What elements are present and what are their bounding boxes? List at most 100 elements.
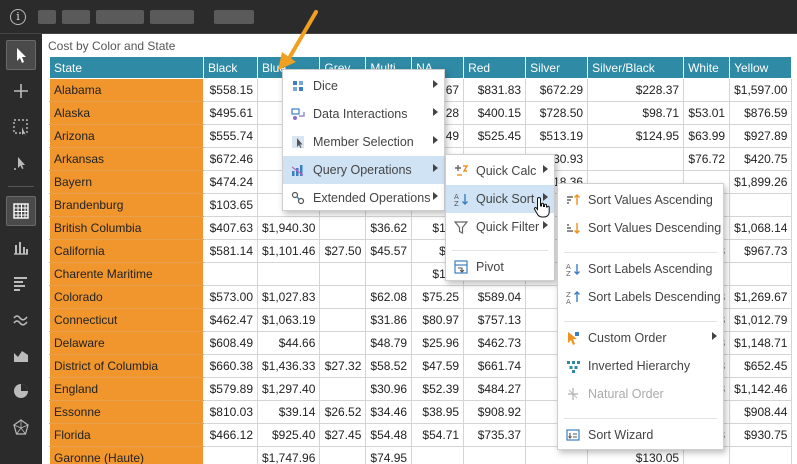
lasso-tool-button[interactable]: [6, 148, 36, 178]
row-header-cell[interactable]: Charente Maritime: [49, 262, 204, 286]
row-header-cell[interactable]: British Columbia: [49, 216, 204, 240]
grid-cell[interactable]: $573.00: [203, 285, 258, 309]
row-header-cell[interactable]: Bayern: [49, 170, 204, 194]
grid-cell[interactable]: [319, 377, 367, 401]
grid-cell[interactable]: [256, 262, 321, 286]
grid-cell[interactable]: $1,012.79: [729, 308, 793, 332]
grid-cell[interactable]: $927.89: [729, 124, 793, 148]
grid-cell[interactable]: $876.59: [729, 101, 793, 125]
grid-cell[interactable]: $484.27: [463, 377, 527, 401]
grid-cell[interactable]: [411, 446, 465, 464]
grid-cell[interactable]: $728.50: [525, 101, 589, 125]
grid-cell[interactable]: [729, 446, 793, 464]
grid-cell[interactable]: [683, 78, 731, 102]
grid-cell[interactable]: $63.99: [683, 124, 731, 148]
line-chart-button[interactable]: [6, 304, 36, 334]
column-header[interactable]: Silver/Black: [587, 56, 685, 79]
grid-cell[interactable]: [365, 262, 413, 286]
grid-cell[interactable]: $555.74: [203, 124, 258, 148]
grid-cell[interactable]: [319, 285, 367, 309]
radar-chart-button[interactable]: [6, 412, 36, 442]
grid-cell[interactable]: $513.19: [525, 124, 589, 148]
grid-cell[interactable]: $589.04: [463, 285, 527, 309]
grid-cell[interactable]: $400.15: [463, 101, 527, 125]
grid-cell[interactable]: [729, 262, 793, 286]
grid-cell[interactable]: $967.73: [729, 239, 793, 263]
grid-cell[interactable]: [463, 446, 527, 464]
grid-cell[interactable]: [319, 308, 367, 332]
menu-item-custom-order[interactable]: Custom Order: [558, 324, 723, 352]
grid-cell[interactable]: $80.97: [411, 308, 465, 332]
grid-cell[interactable]: $1,297.40: [256, 377, 321, 401]
grid-cell[interactable]: $581.14: [203, 239, 258, 263]
grid-cell[interactable]: $54.48: [365, 423, 413, 447]
menu-item-data-interactions[interactable]: Data Interactions: [283, 100, 444, 128]
grid-cell[interactable]: $228.37: [587, 78, 685, 102]
grid-cell[interactable]: [319, 446, 367, 464]
row-header-cell[interactable]: Essonne: [49, 400, 204, 424]
grid-cell[interactable]: $1,940.30: [256, 216, 321, 240]
grid-cell[interactable]: [319, 216, 367, 240]
grid-cell[interactable]: $1,899.26: [729, 170, 793, 194]
grid-cell[interactable]: $757.13: [463, 308, 527, 332]
grid-cell[interactable]: $45.57: [365, 239, 413, 263]
grid-cell[interactable]: $1,068.14: [729, 216, 793, 240]
grid-cell[interactable]: $462.47: [203, 308, 258, 332]
grid-cell[interactable]: $38.95: [411, 400, 465, 424]
grid-cell[interactable]: $103.65: [203, 193, 258, 217]
grid-cell[interactable]: $558.15: [203, 78, 258, 102]
grid-cell[interactable]: $660.38: [203, 354, 258, 378]
menu-item-sort-labels-ascending[interactable]: A Z Sort Labels Ascending: [558, 255, 723, 283]
grid-cell[interactable]: $54.71: [411, 423, 465, 447]
grid-cell[interactable]: $27.50: [319, 239, 367, 263]
grid-cell[interactable]: $652.45: [729, 354, 793, 378]
grid-cell[interactable]: $495.61: [203, 101, 258, 125]
grid-cell[interactable]: $1,148.71: [729, 331, 793, 355]
grid-cell[interactable]: $47.59: [411, 354, 465, 378]
grid-cell[interactable]: $98.71: [587, 101, 685, 125]
row-header-cell[interactable]: Florida: [49, 423, 204, 447]
menu-item-sort-values-ascending[interactable]: Sort Values Ascending: [558, 186, 723, 214]
grid-cell[interactable]: $831.83: [463, 78, 527, 102]
grid-cell[interactable]: $44.66: [256, 331, 321, 355]
grid-cell[interactable]: $908.44: [729, 400, 793, 424]
grid-cell[interactable]: $579.89: [203, 377, 258, 401]
grid-cell[interactable]: $26.52: [319, 400, 367, 424]
grid-cell[interactable]: $1,436.33: [256, 354, 321, 378]
row-header-cell[interactable]: California: [49, 239, 204, 263]
bar-chart-button[interactable]: [6, 268, 36, 298]
grid-cell[interactable]: [587, 147, 685, 171]
column-header[interactable]: Yellow: [729, 56, 793, 79]
row-header-cell[interactable]: Connecticut: [49, 308, 204, 332]
info-icon[interactable]: i: [10, 9, 26, 25]
grid-cell[interactable]: $31.86: [365, 308, 413, 332]
column-header[interactable]: Silver: [525, 56, 589, 79]
grid-cell[interactable]: $25.96: [411, 331, 465, 355]
grid-cell[interactable]: $462.73: [463, 331, 527, 355]
pie-chart-button[interactable]: [6, 376, 36, 406]
menu-item-sort-wizard[interactable]: Sort Wizard: [558, 421, 723, 449]
grid-cell[interactable]: $124.95: [587, 124, 685, 148]
grid-cell[interactable]: $908.92: [463, 400, 527, 424]
column-header[interactable]: Black: [203, 56, 258, 79]
menu-item-dice[interactable]: Dice: [283, 72, 444, 100]
grid-cell[interactable]: $62.08: [365, 285, 413, 309]
row-header-cell[interactable]: Arkansas: [49, 147, 204, 171]
row-header-cell[interactable]: Brandenburg: [49, 193, 204, 217]
row-header-cell[interactable]: Alaska: [49, 101, 204, 125]
grid-cell[interactable]: $53.01: [683, 101, 731, 125]
grid-cell[interactable]: $75.25: [411, 285, 465, 309]
menu-item-pivot[interactable]: Pivot: [446, 253, 554, 281]
select-tool-button[interactable]: [6, 40, 36, 70]
grid-cell[interactable]: $608.49: [203, 331, 258, 355]
menu-item-query-operations[interactable]: Query Operations: [283, 156, 444, 184]
row-header-cell[interactable]: England: [49, 377, 204, 401]
grid-cell[interactable]: $407.63: [203, 216, 258, 240]
grid-cell[interactable]: [319, 331, 367, 355]
grid-cell[interactable]: $39.14: [256, 400, 321, 424]
row-header-cell[interactable]: District of Columbia: [49, 354, 204, 378]
grid-cell[interactable]: $1,063.19: [256, 308, 321, 332]
grid-cell[interactable]: $925.40: [256, 423, 321, 447]
grid-cell[interactable]: [203, 446, 258, 464]
grid-cell[interactable]: $735.37: [463, 423, 527, 447]
